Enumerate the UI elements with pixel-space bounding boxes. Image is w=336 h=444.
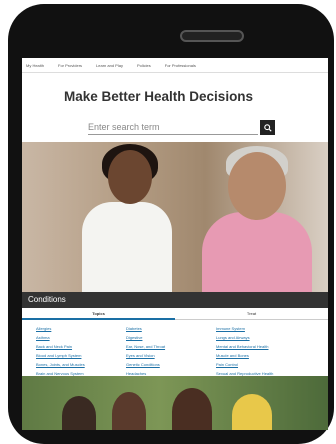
condition-link[interactable]: Allergies	[36, 326, 126, 332]
phone-screen: My Health For Providers Learn and Play P…	[22, 58, 328, 430]
person-figure	[232, 394, 272, 430]
top-navigation: My Health For Providers Learn and Play P…	[22, 58, 328, 73]
condition-link[interactable]: Muscle and Bones	[216, 353, 306, 359]
nav-item[interactable]: For Professionals	[165, 63, 196, 68]
tab-topics[interactable]: Topics	[22, 308, 175, 320]
condition-link[interactable]: Pain Control	[216, 362, 306, 368]
condition-link[interactable]: Asthma	[36, 335, 126, 341]
condition-link[interactable]: Ear, Nose, and Throat	[126, 344, 216, 350]
condition-link[interactable]: Genetic Conditions	[126, 362, 216, 368]
speaker-grille	[180, 30, 244, 42]
page-title: Make Better Health Decisions	[64, 89, 254, 104]
conditions-header: Conditions	[22, 292, 328, 308]
person-figure	[112, 392, 146, 430]
condition-link[interactable]: Diabetes	[126, 326, 216, 332]
nav-item[interactable]: Learn and Play	[96, 63, 123, 68]
doctor-face	[108, 150, 152, 204]
hero-image	[22, 142, 328, 292]
condition-link[interactable]: Back and Neck Pain	[36, 344, 126, 350]
nav-item[interactable]: For Providers	[58, 63, 82, 68]
condition-link[interactable]: Mental and Behavioral Health	[216, 344, 306, 350]
condition-link[interactable]: Blood and Lymph System	[36, 353, 126, 359]
search-icon	[263, 123, 272, 132]
person-figure	[62, 396, 96, 430]
patient-face	[228, 152, 286, 220]
condition-link[interactable]: Digestive	[126, 335, 216, 341]
nav-item[interactable]: Policies	[137, 63, 151, 68]
condition-link[interactable]: Lungs and Airways	[216, 335, 306, 341]
tab-treat[interactable]: Treat	[175, 308, 328, 320]
condition-link[interactable]: Immune System	[216, 326, 306, 332]
group-photo	[22, 376, 328, 430]
person-figure	[172, 388, 212, 430]
condition-link[interactable]: Eyes and Vision	[126, 353, 216, 359]
conditions-tabs: Topics Treat	[22, 308, 328, 320]
nav-item[interactable]: My Health	[26, 63, 44, 68]
patient-figure	[202, 212, 312, 292]
doctor-figure	[82, 202, 172, 292]
search-button[interactable]	[260, 120, 275, 135]
search-input[interactable]: Enter search term	[88, 121, 258, 135]
condition-link[interactable]: Bones, Joints, and Muscles	[36, 362, 126, 368]
